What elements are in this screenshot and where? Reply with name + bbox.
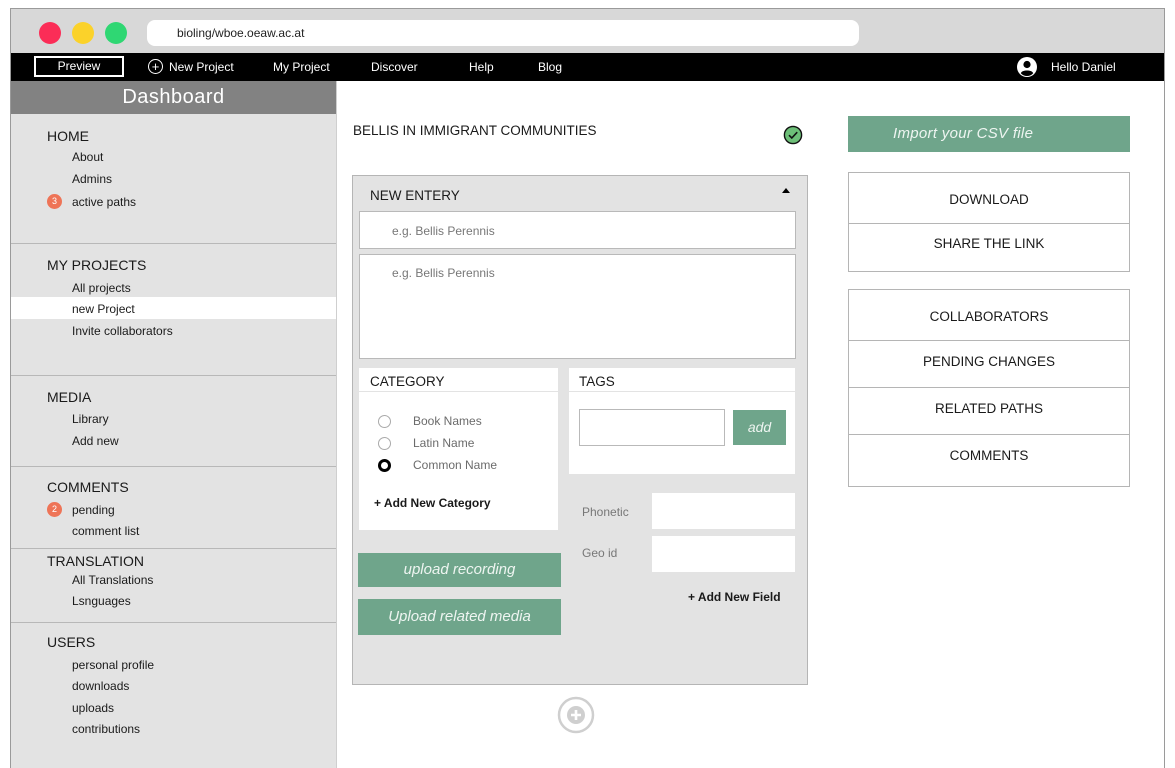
sidebar-item-comment-list[interactable]: comment list	[72, 524, 139, 538]
sidebar-item-invite-collaborators[interactable]: Invite collaborators	[72, 324, 173, 338]
sidebar-section-translation: TRANSLATION All Translations Lsnguages	[11, 548, 336, 623]
radio-common-name[interactable]	[378, 459, 391, 472]
share-link-button[interactable]: SHARE THE LINK	[849, 236, 1129, 251]
sidebar-item-languages[interactable]: Lsnguages	[72, 594, 131, 608]
download-button[interactable]: DOWNLOAD	[849, 192, 1129, 207]
sidebar-item-library[interactable]: Library	[72, 412, 109, 426]
new-project-label: New Project	[169, 60, 234, 74]
sidebar-item-new-project-highlight	[11, 297, 336, 319]
comments-button[interactable]: COMMENTS	[849, 448, 1129, 463]
export-box: DOWNLOAD SHARE THE LINK	[848, 172, 1130, 272]
new-project-link[interactable]: + New Project	[148, 53, 234, 81]
my-project-link[interactable]: My Project	[273, 53, 330, 81]
sidebar-item-about[interactable]: About	[72, 150, 103, 164]
radio-latin-name[interactable]	[378, 437, 391, 450]
radio-label-latin-name: Latin Name	[413, 436, 475, 450]
tag-input[interactable]	[579, 409, 725, 446]
tags-panel: TAGS add	[569, 368, 795, 474]
sidebar-section-home: HOME About Admins 3 active paths	[11, 114, 336, 244]
sidebar-item-new-project[interactable]: new Project	[72, 302, 135, 316]
add-category-link[interactable]: + Add New Category	[374, 496, 491, 510]
sidebar-heading-users[interactable]: USERS	[47, 634, 95, 650]
entry-name-input[interactable]: e.g. Bellis Perennis	[359, 211, 796, 249]
project-title: BELLIS IN IMMIGRANT COMMUNITIES	[353, 123, 597, 138]
check-circle-icon	[783, 125, 803, 145]
geo-id-label: Geo id	[582, 546, 618, 560]
collapse-caret-icon[interactable]	[782, 188, 790, 193]
import-csv-button[interactable]: Import your CSV file	[848, 116, 1130, 152]
user-greeting[interactable]: Hello Daniel	[1051, 53, 1116, 81]
sidebar-section-projects: MY PROJECTS All projects new Project Inv…	[11, 243, 336, 376]
project-actions-box: COLLABORATORS PENDING CHANGES RELATED PA…	[848, 289, 1130, 487]
sidebar-item-active-paths[interactable]: active paths	[72, 195, 136, 209]
dashboard-title: Dashboard	[11, 81, 336, 114]
help-link[interactable]: Help	[469, 53, 494, 81]
radio-label-book-names: Book Names	[413, 414, 482, 428]
sidebar-item-add-new[interactable]: Add new	[72, 434, 119, 448]
sidebar-heading-media[interactable]: MEDIA	[47, 389, 91, 405]
sidebar-section-comments: COMMENTS 2 pending comment list	[11, 466, 336, 549]
category-panel: CATEGORY Book Names Latin Name Common Na…	[359, 368, 558, 530]
user-avatar-icon[interactable]	[1017, 57, 1037, 77]
pending-comments-badge: 2	[47, 502, 62, 517]
sidebar-heading-home[interactable]: HOME	[47, 128, 89, 144]
sidebar-item-all-translations[interactable]: All Translations	[72, 573, 153, 587]
sidebar-item-pending[interactable]: pending	[72, 503, 115, 517]
preview-button[interactable]: Preview	[34, 56, 124, 77]
phonetic-input[interactable]	[652, 493, 795, 529]
maximize-window-button[interactable]	[105, 22, 127, 44]
new-entry-panel: NEW ENTERY e.g. Bellis Perennis e.g. Bel…	[352, 175, 808, 685]
sidebar-item-downloads[interactable]: downloads	[72, 679, 129, 693]
geo-id-input[interactable]	[652, 536, 795, 572]
radio-book-names[interactable]	[378, 415, 391, 428]
radio-label-common-name: Common Name	[413, 458, 498, 472]
sidebar: Dashboard HOME About Admins 3 active pat…	[11, 81, 337, 768]
tags-divider	[569, 391, 795, 392]
sidebar-section-media: MEDIA Library Add new	[11, 375, 336, 467]
discover-link[interactable]: Discover	[371, 53, 418, 81]
app-window: bioling/wboe.oeaw.ac.at Preview + New Pro…	[10, 8, 1165, 768]
phonetic-label: Phonetic	[582, 505, 629, 519]
sidebar-heading-projects[interactable]: MY PROJECTS	[47, 257, 146, 273]
actions-divider-1	[849, 340, 1129, 341]
sidebar-section-users: USERS personal profile downloads uploads…	[11, 622, 336, 768]
sidebar-item-admins[interactable]: Admins	[72, 172, 112, 186]
browser-title-bar: bioling/wboe.oeaw.ac.at	[11, 9, 1164, 53]
upload-recording-button[interactable]: upload recording	[358, 553, 561, 587]
minimize-window-button[interactable]	[72, 22, 94, 44]
export-divider	[849, 223, 1129, 224]
related-paths-button[interactable]: RELATED PATHS	[849, 401, 1129, 416]
address-bar[interactable]: bioling/wboe.oeaw.ac.at	[147, 20, 859, 46]
sidebar-item-uploads[interactable]: uploads	[72, 701, 114, 715]
active-paths-badge: 3	[47, 194, 62, 209]
add-entry-circle-icon[interactable]	[556, 695, 596, 735]
top-navigation: Preview + New Project My Project Discover…	[11, 53, 1164, 81]
close-window-button[interactable]	[39, 22, 61, 44]
upload-media-button[interactable]: Upload related media	[358, 599, 561, 635]
actions-divider-2	[849, 387, 1129, 388]
category-divider	[359, 391, 558, 392]
plus-circle-icon: +	[148, 59, 163, 75]
add-tag-button[interactable]: add	[733, 410, 786, 445]
entry-description-textarea[interactable]: e.g. Bellis Perennis	[359, 254, 796, 359]
blog-link[interactable]: Blog	[538, 53, 562, 81]
collaborators-button[interactable]: COLLABORATORS	[849, 309, 1129, 324]
sidebar-item-personal-profile[interactable]: personal profile	[72, 658, 154, 672]
tags-title: TAGS	[579, 374, 615, 389]
actions-divider-3	[849, 434, 1129, 435]
add-field-link[interactable]: + Add New Field	[688, 590, 781, 604]
category-title: CATEGORY	[370, 374, 445, 389]
sidebar-heading-translation[interactable]: TRANSLATION	[47, 553, 144, 569]
sidebar-item-all-projects[interactable]: All projects	[72, 281, 131, 295]
sidebar-item-contributions[interactable]: contributions	[72, 722, 140, 736]
pending-changes-button[interactable]: PENDING CHANGES	[849, 354, 1129, 369]
sidebar-heading-comments[interactable]: COMMENTS	[47, 479, 129, 495]
new-entry-title: NEW ENTERY	[370, 188, 460, 203]
